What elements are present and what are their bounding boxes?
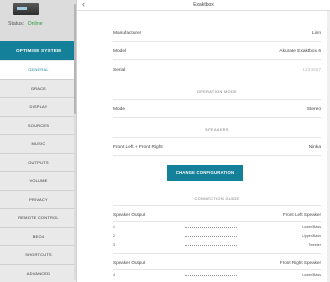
driver-name: Upper/Bass	[302, 234, 321, 238]
header: ‹ Exaktbox	[77, 0, 330, 11]
output-number: 4	[113, 273, 115, 277]
speaker-config-label: Front Left + Front Right	[113, 145, 163, 150]
device-panel: Status: Online	[0, 0, 76, 41]
mode-value: Stereo	[306, 107, 321, 112]
serial-row: Serial 1234567	[113, 66, 321, 76]
speaker-config-value: Ninka	[308, 145, 321, 150]
divider	[113, 117, 321, 118]
sidebar-item-display[interactable]: Display	[0, 98, 76, 117]
sidebar-item-shortcuts[interactable]: Shortcuts	[0, 246, 76, 265]
mode-row[interactable]: Mode Stereo	[113, 105, 321, 115]
serial-value: 1234567	[302, 68, 321, 73]
status-row: Status: Online	[8, 21, 43, 27]
serial-label: Serial	[113, 68, 126, 73]
speaker-config-row[interactable]: Front Left + Front Right Ninka ›	[113, 143, 329, 153]
connection-line	[185, 275, 237, 276]
model-value: Akurate Exaktbox 6	[279, 49, 321, 54]
sidebar-item-remote-control[interactable]: Remote Control	[0, 209, 76, 228]
speaker-name: Front Right Speaker	[279, 260, 321, 265]
status-value: Online	[27, 21, 43, 27]
speaker-name: Front Left Speaker	[282, 212, 321, 217]
guide-group-header: Speaker Output Front Left Speaker	[113, 210, 321, 220]
divider	[113, 59, 321, 60]
status-label: Status:	[8, 21, 25, 27]
divider	[113, 155, 321, 156]
guide-row: 4 Lower/Bass	[113, 271, 321, 279]
output-number: 2	[113, 234, 115, 238]
manufacturer-value: Linn	[311, 31, 321, 36]
main-panel: Manufacturer Linn Model Akurate Exaktbox…	[77, 11, 330, 282]
sidebar-item-grace[interactable]: Grace	[0, 79, 76, 98]
manufacturer-label: Manufacturer	[113, 31, 142, 36]
divider	[113, 205, 321, 206]
operation-mode-heading: OPERATION MODE	[196, 90, 238, 94]
sidebar-item-music[interactable]: Music	[0, 135, 76, 154]
divider	[113, 41, 321, 42]
output-number: 1	[113, 225, 115, 229]
model-row: Model Akurate Exaktbox 6	[113, 47, 321, 57]
model-label: Model	[113, 49, 127, 54]
mode-label: Mode	[113, 107, 125, 112]
connection-guide-heading: CONNECTION GUIDE	[194, 197, 240, 201]
change-configuration-button[interactable]: CHANGE CONFIGURATION	[167, 165, 243, 181]
guide-group-header: Speaker Output Front Right Speaker	[113, 258, 321, 268]
optimise-system-button[interactable]: OPTIMISE SYSTEM	[0, 41, 76, 60]
divider	[113, 99, 321, 100]
sidebar-item-general[interactable]: General	[0, 61, 76, 80]
sidebar-item-advanced[interactable]: Advanced	[0, 264, 76, 282]
sidebar-nav: General Grace Display Sources Music Outputs Vo…	[0, 61, 76, 282]
divider	[113, 137, 321, 138]
sidebar-scrollbar-thumb[interactable]	[74, 4, 76, 114]
divider	[113, 221, 321, 222]
connection-line	[185, 245, 237, 246]
guide-row: 3 Tweeter	[113, 241, 321, 249]
connection-line	[185, 236, 237, 237]
sidebar-item-beo4[interactable]: Beo4	[0, 227, 76, 246]
sidebar-item-volume[interactable]: Volume	[0, 172, 76, 191]
speaker-output-label: Speaker Output	[113, 260, 146, 265]
sidebar: Status: Online OPTIMISE SYSTEM General Gr…	[0, 0, 77, 282]
divider	[113, 253, 321, 254]
driver-name: Lower/Bass	[302, 273, 321, 277]
page-title: Exaktbox	[193, 2, 214, 8]
speakers-heading: SPEAKERS	[205, 128, 229, 132]
sidebar-item-outputs[interactable]: Outputs	[0, 153, 76, 172]
manufacturer-row: Manufacturer Linn	[113, 29, 321, 39]
driver-name: Lower/Bass	[302, 225, 321, 229]
guide-row: 2 Upper/Bass	[113, 232, 321, 240]
guide-row: 1 Lower/Bass	[113, 223, 321, 231]
sidebar-item-privacy[interactable]: Privacy	[0, 190, 76, 209]
output-number: 3	[113, 243, 115, 247]
device-image	[13, 3, 39, 15]
driver-name: Tweeter	[308, 243, 321, 247]
speaker-output-label: Speaker Output	[113, 212, 146, 217]
sidebar-item-sources[interactable]: Sources	[0, 116, 76, 135]
connection-line	[185, 227, 237, 228]
divider	[113, 269, 321, 270]
